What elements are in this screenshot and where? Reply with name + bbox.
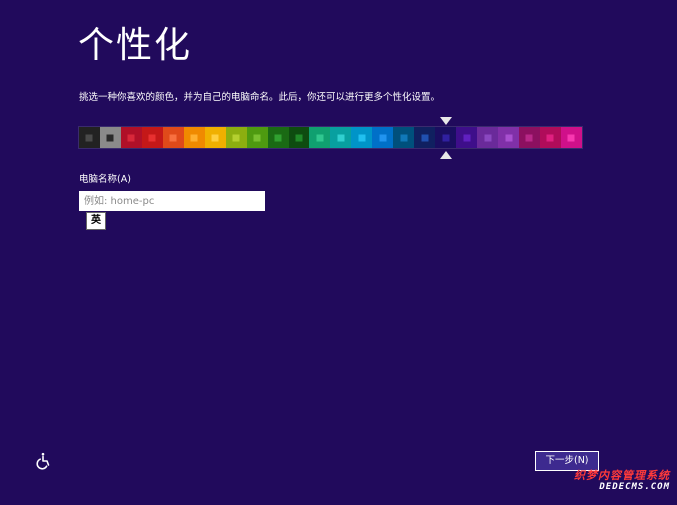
color-swatch-inner (463, 134, 471, 141)
color-swatch-inner (316, 134, 324, 141)
color-swatch-inner (337, 134, 345, 141)
computer-name-input[interactable] (79, 191, 265, 211)
color-selector-top-arrow (439, 117, 452, 125)
watermark-line-2: DEDECMS.COM (599, 482, 670, 492)
color-picker-strip (78, 126, 583, 149)
color-swatch-inner (442, 134, 450, 141)
color-swatch-4[interactable] (141, 127, 163, 148)
color-swatch-inner (211, 134, 219, 141)
color-swatch-17[interactable] (414, 127, 436, 148)
ime-mode-indicator: 英 (86, 212, 106, 230)
color-swatch-3[interactable] (120, 127, 142, 148)
color-swatch-24[interactable] (560, 127, 582, 148)
color-swatch-11[interactable] (288, 127, 310, 148)
color-swatch-8[interactable] (225, 127, 247, 148)
page-title: 个性化 (78, 25, 193, 66)
color-swatch-15[interactable] (372, 127, 394, 148)
color-swatch-18[interactable] (435, 127, 457, 148)
color-swatch-inner (421, 134, 429, 141)
color-swatch-inner (169, 134, 177, 141)
instruction-text: 挑选一种你喜欢的颜色，并为自己的电脑命名。此后，你还可以进行更多个性化设置。 (79, 92, 441, 103)
computer-name-label: 电脑名称(A) (79, 174, 131, 185)
color-swatch-inner (127, 134, 135, 141)
color-swatch-inner (190, 134, 198, 141)
color-swatch-10[interactable] (267, 127, 289, 148)
color-swatch-12[interactable] (309, 127, 331, 148)
color-swatch-21[interactable] (498, 127, 520, 148)
watermark: 织梦内容管理系统 DEDECMS.COM (566, 469, 670, 493)
color-swatch-inner (379, 134, 387, 141)
color-swatch-inner (567, 134, 575, 141)
color-swatch-inner (505, 134, 513, 141)
color-swatch-22[interactable] (519, 127, 540, 148)
ease-of-access-icon[interactable] (32, 451, 52, 471)
color-swatch-20[interactable] (477, 127, 499, 148)
color-swatch-23[interactable] (539, 127, 561, 148)
color-swatch-inner (106, 134, 114, 141)
color-swatch-inner (400, 134, 408, 141)
color-swatch-16[interactable] (393, 127, 415, 148)
color-swatch-inner (484, 134, 492, 141)
color-swatch-1[interactable] (79, 127, 100, 148)
color-swatch-2[interactable] (99, 127, 121, 148)
next-button[interactable]: 下一步(N) (535, 451, 599, 471)
color-swatch-inner (232, 134, 240, 141)
color-swatch-inner (85, 134, 93, 141)
color-swatch-inner (253, 134, 261, 141)
color-swatch-inner (546, 134, 554, 141)
color-swatch-inner (358, 134, 366, 141)
color-swatch-inner (525, 134, 533, 141)
color-swatch-6[interactable] (183, 127, 205, 148)
color-swatch-inner (274, 134, 282, 141)
color-swatch-9[interactable] (246, 127, 268, 148)
color-swatch-13[interactable] (330, 127, 352, 148)
color-swatch-inner (148, 134, 156, 141)
color-swatch-14[interactable] (351, 127, 373, 148)
color-swatch-19[interactable] (456, 127, 478, 148)
color-swatch-7[interactable] (204, 127, 226, 148)
color-swatch-inner (295, 134, 303, 141)
color-selector-bottom-arrow (439, 151, 452, 159)
color-swatch-5[interactable] (162, 127, 184, 148)
